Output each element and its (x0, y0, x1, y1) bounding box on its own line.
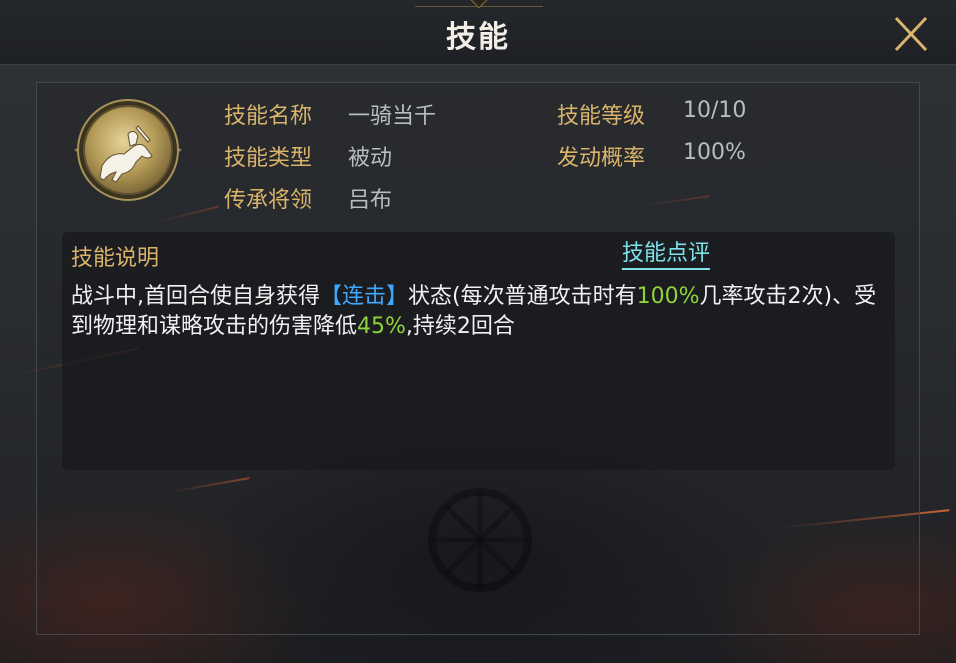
skill-level-label: 技能等级 (557, 104, 646, 129)
description-title: 技能说明 (71, 246, 160, 271)
close-icon (894, 16, 928, 52)
skill-name-label: 技能名称 (224, 104, 313, 129)
trigger-chance-label: 发动概率 (557, 146, 646, 171)
description-segment: ,持续2回合 (405, 314, 515, 339)
description-text: 战斗中,首回合使自身获得【连击】状态(每次普通攻击时有100%几率攻击2次)、受… (71, 282, 881, 342)
highlight-number: 100% (636, 284, 700, 309)
skill-type-value: 被动 (348, 146, 393, 171)
skill-level-value: 10/10 (683, 98, 747, 123)
combo-keyword: 【连击】 (320, 284, 409, 309)
ornament-diamond-icon (470, 0, 488, 9)
description-box (62, 232, 895, 470)
mounted-warrior-icon (74, 99, 182, 201)
inherit-general-label: 传承将领 (224, 188, 313, 213)
skill-dialog-background: 技能 技能名称 一骑当千 技能等级 10/10 技能类型 被动 发动概率 100… (0, 0, 956, 663)
page-title: 技能 (446, 20, 510, 55)
inherit-general-value: 吕布 (348, 188, 393, 213)
header-ornament (415, 0, 543, 9)
skill-name-value: 一骑当千 (348, 104, 437, 129)
trigger-chance-value: 100% (683, 140, 746, 165)
dialog-header: 技能 (0, 0, 956, 65)
description-segment: 状态(每次普通攻击时有 (408, 284, 637, 309)
skill-review-link[interactable]: 技能点评 (622, 240, 711, 270)
skill-type-label: 技能类型 (224, 146, 313, 171)
description-segment: 战斗中,首回合使自身获得 (71, 284, 320, 309)
close-button[interactable] (888, 12, 932, 56)
highlight-number: 45% (357, 314, 406, 339)
